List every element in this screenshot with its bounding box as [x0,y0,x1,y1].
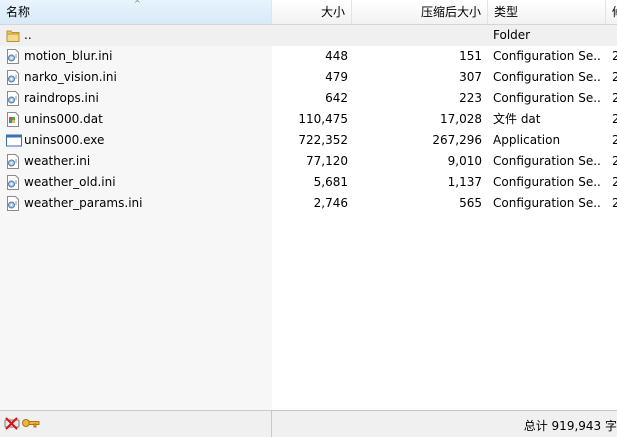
status-total-size: 总计 919,943 字 [523,419,617,433]
file-size: 642 [325,91,348,105]
file-name-cell: .. [0,25,272,46]
key-icon [22,419,40,428]
file-size: 77,120 [306,154,348,168]
file-size: 5,681 [313,175,348,189]
file-name-cell: unins000.exe [0,130,272,151]
column-header-type[interactable]: 类型 [488,0,606,24]
column-header-name-label: 名称 [6,5,31,19]
file-packed-size: 267,296 [432,133,482,147]
parent-folder-row[interactable]: .. Folder [0,25,617,46]
file-name: raindrops.ini [24,91,99,105]
file-name: weather_old.ini [24,175,116,189]
file-type: Configuration Se... [493,175,601,189]
file-modified: 2 [612,112,617,126]
file-modified: 2 [612,154,617,168]
column-header-modified[interactable]: 修 [606,0,617,24]
config-file-icon [6,91,20,106]
file-name: motion_blur.ini [24,49,113,63]
file-name: weather.ini [24,154,91,168]
config-file-icon [6,196,20,211]
file-size: 479 [325,70,348,84]
file-row[interactable]: narko_vision.ini 479 307 Configuration Se..… [0,67,617,88]
file-packed-size: 9,010 [447,154,482,168]
file-modified: 2 [612,196,617,210]
dat-file-icon [6,112,20,127]
file-name-cell: unins000.dat [0,109,272,130]
file-row[interactable]: motion_blur.ini 448 151 Configuration Se...… [0,46,617,67]
column-header-modified-label: 修 [612,5,617,19]
exe-file-icon [6,133,22,148]
file-name-cell: narko_vision.ini [0,67,272,88]
config-file-icon [6,49,20,64]
file-modified: 2 [612,133,617,147]
file-name-cell: weather_old.ini [0,172,272,193]
file-modified: 2 [612,175,617,189]
file-name-cell: raindrops.ini [0,88,272,109]
column-header-packed-size-label: 压缩后大小 [420,5,481,19]
file-name: unins000.exe [24,133,105,147]
column-header-size-label: 大小 [320,5,345,19]
file-type: Application [493,133,561,147]
file-name-cell: weather_params.ini [0,193,272,214]
file-type: Configuration Se... [493,49,601,63]
column-header-packed-size[interactable]: 压缩后大小 [352,0,488,24]
file-row[interactable]: unins000.dat 110,475 17,028 文件 dat 2 [0,109,617,130]
file-row[interactable]: raindrops.ini 642 223 Configuration Se... 2 [0,88,617,109]
file-size: 448 [325,49,348,63]
file-type: Folder [493,28,531,42]
file-packed-size: 565 [459,196,482,210]
file-list: .. Folder motion_blur.ini 448 151 Configurati… [0,25,617,410]
file-modified: 2 [612,49,617,63]
file-type: Configuration Se... [493,154,601,168]
file-name: weather_params.ini [24,196,143,210]
file-row[interactable]: weather_old.ini 5,681 1,137 Configuration S… [0,172,617,193]
file-row[interactable]: weather.ini 77,120 9,010 Configuration Se..… [0,151,617,172]
drive-icon [4,417,20,430]
file-packed-size: 151 [459,49,482,63]
config-file-icon [6,175,20,190]
file-type: 文件 dat [493,112,541,126]
file-packed-size: 223 [459,91,482,105]
file-row[interactable]: weather_params.ini 2,746 565 Configuration … [0,193,617,214]
file-packed-size: 17,028 [440,112,482,126]
file-modified: 2 [612,91,617,105]
file-name: .. [24,28,32,42]
file-modified: 2 [612,70,617,84]
file-row[interactable]: unins000.exe 722,352 267,296 Application 2 [0,130,617,151]
file-packed-size: 307 [459,70,482,84]
status-left-pane [0,411,272,437]
column-header-name[interactable]: ^ 名称 [0,0,272,24]
file-name: unins000.dat [24,112,103,126]
column-header-type-label: 类型 [494,5,519,19]
file-name-cell: weather.ini [0,151,272,172]
folder-icon [6,28,20,43]
column-header: ^ 名称 大小 压缩后大小 类型 修 [0,0,617,25]
file-name: narko_vision.ini [24,70,117,84]
file-name-cell: motion_blur.ini [0,46,272,67]
file-size: 722,352 [298,133,348,147]
status-bar: 总计 919,943 字 [0,410,617,437]
column-header-size[interactable]: 大小 [272,0,352,24]
file-type: Configuration Se... [493,196,601,210]
file-size: 110,475 [298,112,348,126]
config-file-icon [6,154,20,169]
file-packed-size: 1,137 [447,175,482,189]
config-file-icon [6,70,20,85]
sort-ascending-icon: ^ [134,0,141,8]
file-type: Configuration Se... [493,70,601,84]
file-type: Configuration Se... [493,91,601,105]
file-size: 2,746 [313,196,348,210]
